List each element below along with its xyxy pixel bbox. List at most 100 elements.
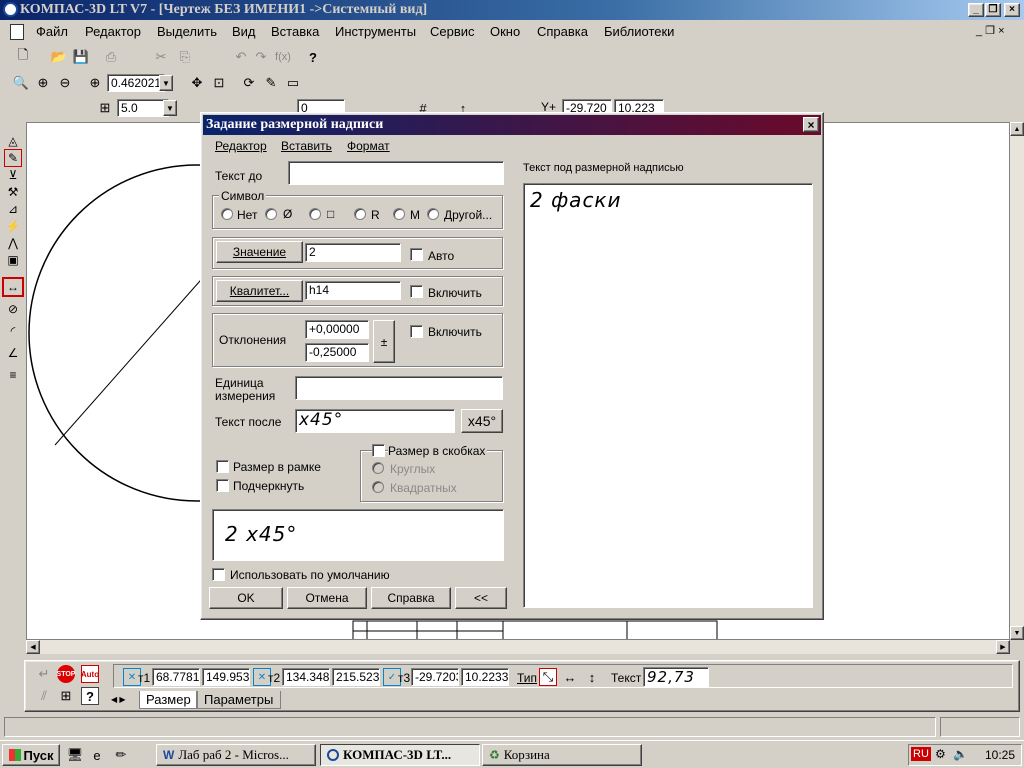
- menu-select[interactable]: Выделить: [157, 24, 217, 39]
- restore-button[interactable]: ❐: [985, 3, 1001, 17]
- radio-diameter[interactable]: [265, 208, 277, 220]
- snap-icon[interactable]: ⫽: [35, 687, 53, 705]
- refresh-icon[interactable]: ⟳: [240, 74, 258, 92]
- x45-button[interactable]: x45°: [461, 409, 503, 433]
- grid-snap-icon[interactable]: ⊞: [57, 687, 75, 705]
- horizontal-scrollbar[interactable]: ◀ ▶: [26, 640, 1010, 654]
- help-icon[interactable]: ?: [81, 687, 99, 705]
- radial-dim-icon[interactable]: ◜: [4, 322, 22, 340]
- zoom-dropdown[interactable]: ▼: [159, 75, 173, 91]
- radio-square-brackets[interactable]: [372, 481, 384, 493]
- deviation-upper-field[interactable]: +0,00000: [305, 320, 369, 339]
- dialog-close-button[interactable]: ×: [803, 117, 819, 132]
- scroll-left-button[interactable]: ◀: [26, 640, 40, 654]
- param-icon[interactable]: ⚡: [4, 217, 22, 235]
- brackets-checkbox[interactable]: [372, 444, 385, 457]
- measure-icon[interactable]: ⚒: [4, 183, 22, 201]
- new-icon[interactable]: 🗋: [14, 47, 32, 66]
- deviation-lower-field[interactable]: -0,25000: [305, 343, 369, 362]
- radio-round[interactable]: [372, 462, 384, 474]
- value-button[interactable]: Значение: [216, 241, 303, 263]
- stop-icon[interactable]: STOP: [57, 665, 75, 683]
- auto-icon[interactable]: Auto: [81, 665, 99, 683]
- t3-x-field[interactable]: -29.7203: [411, 668, 459, 686]
- edit-icon[interactable]: ✎: [4, 149, 22, 167]
- menu-editor[interactable]: Редактор: [85, 24, 141, 39]
- ok-button[interactable]: OK: [209, 587, 283, 609]
- fit-icon[interactable]: ⊡: [210, 74, 228, 92]
- text-prop-field[interactable]: 92,73: [643, 667, 709, 687]
- radio-radius[interactable]: [354, 208, 366, 220]
- redo-icon[interactable]: ↷: [252, 48, 270, 66]
- geometry-icon[interactable]: ◬: [4, 132, 22, 150]
- type-aligned-icon[interactable]: ⤡: [539, 668, 557, 686]
- fx-icon[interactable]: f(x): [274, 48, 292, 66]
- zoom-window-icon[interactable]: ⊕: [86, 74, 104, 92]
- start-button[interactable]: Пуск: [2, 744, 60, 766]
- t2-y-field[interactable]: 215.523: [332, 668, 380, 686]
- pan-icon[interactable]: ✥: [188, 74, 206, 92]
- scroll-right-button[interactable]: ▶: [996, 640, 1010, 654]
- t2-x-field[interactable]: 134.348: [282, 668, 330, 686]
- hatch-icon[interactable]: ≡: [4, 366, 22, 384]
- save-icon[interactable]: 💾: [72, 48, 90, 66]
- type-vertical-icon[interactable]: ↕: [583, 668, 601, 686]
- dialog-menu-editor[interactable]: Редактор: [215, 139, 267, 153]
- vertical-scrollbar[interactable]: ▲ ▼: [1010, 122, 1024, 640]
- text-before-field[interactable]: [288, 161, 504, 185]
- menu-file[interactable]: Файл: [36, 24, 68, 39]
- tray-network-icon[interactable]: ⚙: [935, 747, 946, 761]
- enter-icon[interactable]: ↵: [35, 665, 53, 683]
- scroll-down-button[interactable]: ▼: [1010, 626, 1024, 640]
- views-icon[interactable]: ▣: [4, 251, 22, 269]
- plus-minus-button[interactable]: ±: [373, 320, 395, 363]
- scroll-up-button[interactable]: ▲: [1010, 122, 1024, 136]
- t1-y-field[interactable]: 149.953: [202, 668, 250, 686]
- radio-metric[interactable]: [393, 208, 405, 220]
- step-field[interactable]: 5.0: [117, 99, 169, 117]
- deviations-enable-checkbox[interactable]: [410, 325, 423, 338]
- language-indicator[interactable]: RU: [911, 747, 931, 761]
- collapse-button[interactable]: <<: [455, 587, 507, 609]
- copy-icon[interactable]: ⎘: [176, 48, 194, 66]
- t1-x-field[interactable]: 68.7781: [152, 668, 200, 686]
- task-word[interactable]: W Лаб раб 2 - Micros...: [156, 744, 316, 766]
- value-field[interactable]: 2: [305, 243, 401, 262]
- step-dropdown[interactable]: ▼: [163, 100, 177, 116]
- symbols-icon[interactable]: ⊻: [4, 166, 22, 184]
- text-after-field[interactable]: x45°: [295, 409, 455, 433]
- menu-view[interactable]: Вид: [232, 24, 256, 39]
- minimize-button[interactable]: _: [968, 3, 984, 17]
- spec-icon[interactable]: ⋀: [4, 234, 22, 252]
- quicklaunch-kompas-icon[interactable]: ✏: [112, 746, 130, 764]
- help-button[interactable]: Справка: [371, 587, 451, 609]
- underline-checkbox[interactable]: [216, 479, 229, 492]
- tab-nav-arrows[interactable]: ◀ ▶: [111, 695, 126, 704]
- menu-libraries[interactable]: Библиотеки: [604, 24, 674, 39]
- quicklaunch-ie-icon[interactable]: e: [88, 746, 106, 764]
- task-recycle[interactable]: ♻ Корзина: [482, 744, 642, 766]
- type-horizontal-icon[interactable]: ↔: [561, 668, 579, 686]
- tab-size[interactable]: Размер: [139, 691, 197, 709]
- linear-dim-icon[interactable]: ↔: [2, 277, 24, 297]
- under-text-area[interactable]: 2 фаски: [523, 183, 813, 608]
- qualitet-button[interactable]: Квалитет...: [216, 280, 303, 302]
- default-checkbox[interactable]: [212, 568, 225, 581]
- zoom-field[interactable]: 0.462021: [107, 74, 165, 92]
- t3-y-field[interactable]: 10.2233: [461, 668, 509, 686]
- zoom-plus-icon[interactable]: ⊕: [34, 74, 52, 92]
- tray-volume-icon[interactable]: 🔈: [953, 747, 968, 761]
- mdi-controls[interactable]: _ ❐ ×: [976, 24, 1005, 37]
- zoom-minus-icon[interactable]: ⊖: [56, 74, 74, 92]
- display-icon[interactable]: ▭: [284, 74, 302, 92]
- menu-insert[interactable]: Вставка: [271, 24, 319, 39]
- help-pointer-icon[interactable]: ?: [304, 48, 322, 66]
- cut-icon[interactable]: ✂: [152, 48, 170, 66]
- close-button[interactable]: ×: [1004, 3, 1020, 17]
- menu-tools[interactable]: Инструменты: [335, 24, 416, 39]
- frame-checkbox[interactable]: [216, 460, 229, 473]
- menu-service[interactable]: Сервис: [430, 24, 475, 39]
- tab-params[interactable]: Параметры: [197, 691, 281, 709]
- cancel-button[interactable]: Отмена: [287, 587, 367, 609]
- print-icon[interactable]: ⎙: [102, 48, 120, 66]
